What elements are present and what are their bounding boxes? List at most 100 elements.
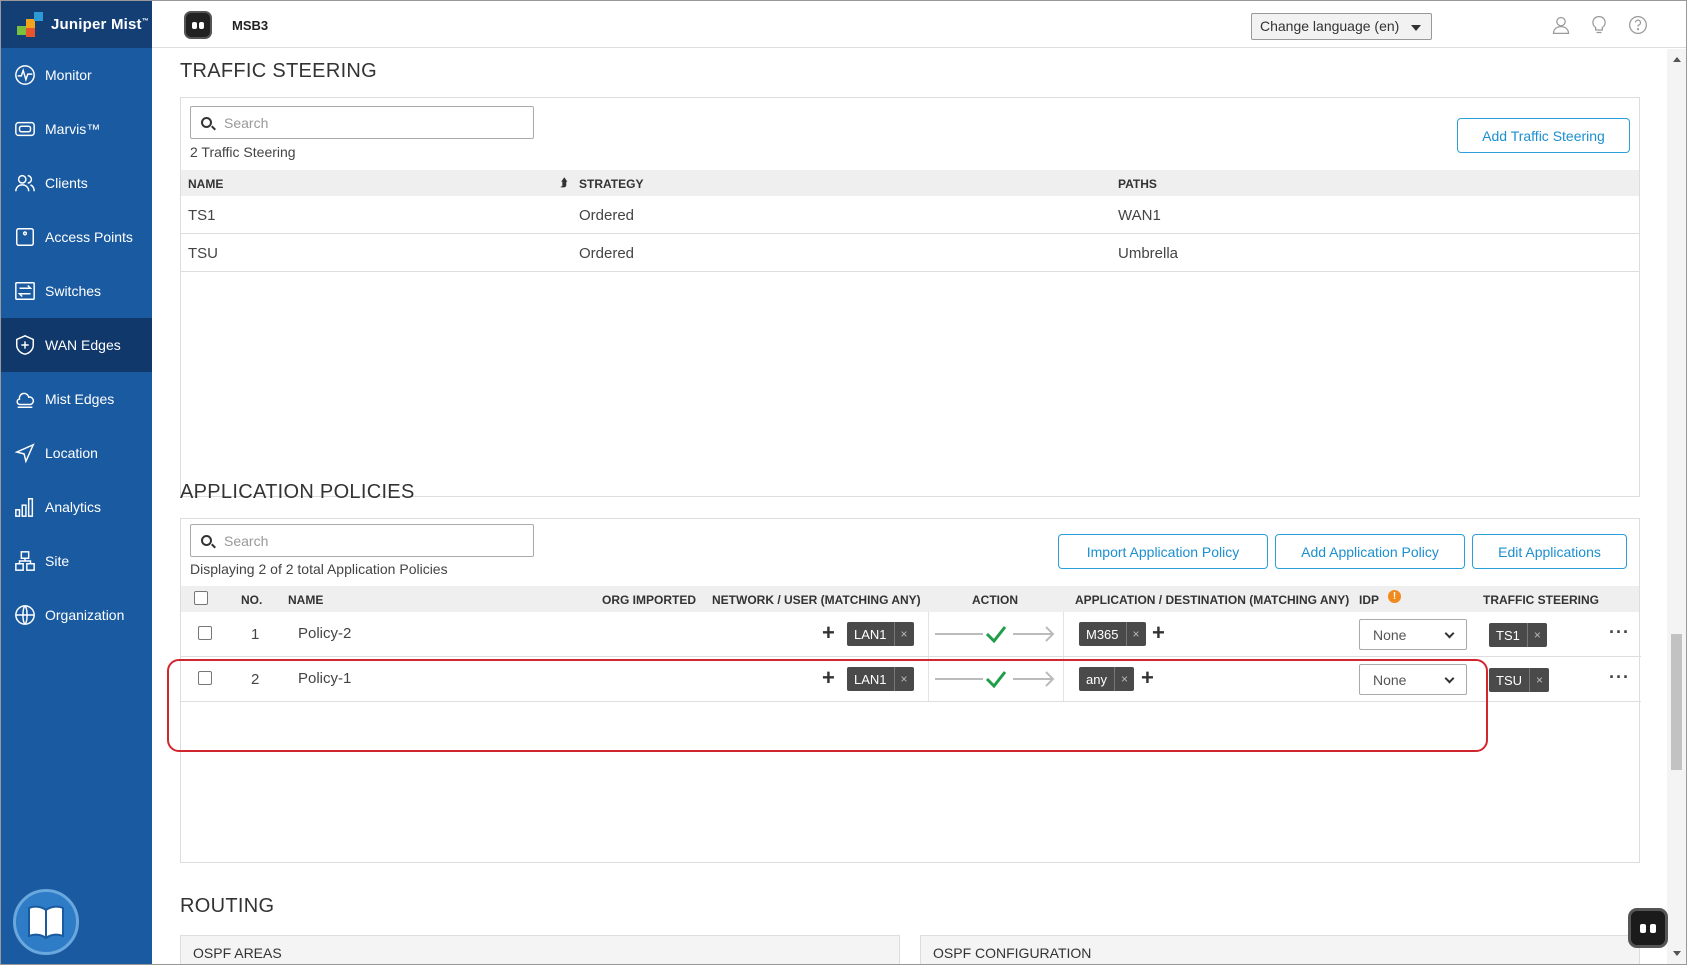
policy-name[interactable]: Policy-2 [298,625,351,642]
help-icon[interactable] [1628,15,1648,35]
sidebar-item-mist-edges[interactable]: Mist Edges [1,372,152,426]
sidebar-item-location[interactable]: Location [1,426,152,480]
scrollbar-thumb[interactable] [1671,634,1682,770]
sidebar-item-label: Location [45,445,98,461]
user-icon[interactable] [1551,15,1571,35]
wan-edges-icon [13,333,37,357]
allow-action-icon[interactable] [933,622,1058,646]
row-more-options-icon[interactable]: ··· [1609,667,1630,688]
brand-logo[interactable]: Juniper Mist™ [1,1,152,48]
sidebar-item-label: Monitor [45,67,92,83]
column-divider [1063,612,1064,656]
edit-applications-button[interactable]: Edit Applications [1472,534,1627,569]
column-header-no: NO. [241,593,263,607]
highlight-annotation [167,659,1488,752]
column-header-application: APPLICATION / DESTINATION (MATCHING ANY) [1075,593,1350,607]
sidebar-item-label: Mist Edges [45,391,115,407]
policy-number: 1 [251,626,260,643]
row-checkbox[interactable] [198,626,212,640]
application-policies-title: APPLICATION POLICIES [180,481,415,503]
sidebar-item-label: Clients [45,175,88,191]
site-name[interactable]: MSB3 [232,18,268,33]
sort-up-icon[interactable]: ⮭ [561,177,568,190]
lightbulb-icon[interactable] [1589,15,1609,35]
sidebar-item-organization[interactable]: Organization [1,588,152,642]
column-header-action: ACTION [972,593,1018,607]
network-tag: LAN1 × [847,622,914,646]
organization-icon [13,603,37,627]
sidebar-item-analytics[interactable]: Analytics [1,480,152,534]
remove-tag-icon[interactable]: × [1526,623,1547,647]
scroll-up-arrow-icon[interactable] [1673,57,1681,62]
marvis-chat-button[interactable] [1628,908,1668,948]
sidebar-item-label: Analytics [45,499,102,515]
add-application-plus-icon[interactable]: + [1152,622,1165,644]
site-icon [13,549,37,573]
column-header-name[interactable]: NAME [188,177,223,191]
vertical-scrollbar[interactable] [1667,49,1686,964]
sidebar-item-wan-edges[interactable]: WAN Edges [1,318,152,372]
info-icon[interactable]: ! [1388,590,1401,603]
sidebar: Juniper Mist™ Monitor Marvis™ Clients Ac… [1,1,152,964]
marvis-robot-icon[interactable] [184,11,212,39]
import-application-policy-button[interactable]: Import Application Policy [1058,534,1268,569]
language-dropdown[interactable]: Change language (en) [1251,13,1432,40]
sidebar-item-access-points[interactable]: Access Points [1,210,152,264]
remove-tag-icon[interactable]: × [1125,622,1146,646]
traffic-steering-count: 2 Traffic Steering [190,144,296,160]
ospf-areas-heading: OSPF AREAS [193,945,282,961]
search-icon [201,535,212,546]
traffic-steering-title: TRAFFIC STEERING [180,60,378,82]
column-header-traffic-steering: TRAFFIC STEERING [1483,593,1599,607]
sidebar-item-switches[interactable]: Switches [1,264,152,318]
select-all-checkbox[interactable] [194,591,208,605]
remove-tag-icon[interactable]: × [1529,668,1549,692]
sidebar-item-clients[interactable]: Clients [1,156,152,210]
mist-edges-icon [13,387,37,411]
routing-title: ROUTING [180,895,275,917]
column-header-name: NAME [288,593,324,607]
sidebar-item-label: WAN Edges [45,337,121,353]
sidebar-item-marvis[interactable]: Marvis™ [1,102,152,156]
remove-tag-icon[interactable]: × [893,622,914,646]
traffic-steering-tag: TS1 × [1489,623,1547,647]
sidebar-item-site[interactable]: Site [1,534,152,588]
application-tag: M365 × [1079,622,1146,646]
idp-select[interactable]: None [1359,619,1467,650]
caret-down-icon [1411,25,1421,31]
column-header-strategy[interactable]: STRATEGY [579,177,643,191]
sidebar-item-label: Marvis™ [45,121,101,137]
access-points-icon [13,225,37,249]
add-traffic-steering-button[interactable]: Add Traffic Steering [1457,118,1630,153]
juniper-logo-icon [17,11,43,38]
scroll-down-arrow-icon[interactable] [1673,951,1681,956]
column-header-idp: IDP [1359,593,1380,607]
location-icon [13,441,37,465]
sidebar-item-label: Switches [45,283,102,299]
add-application-policy-button[interactable]: Add Application Policy [1275,534,1465,569]
documentation-book-button[interactable] [13,889,79,955]
chevron-down-icon [1444,628,1455,639]
column-divider [928,612,929,656]
application-policies-search-input[interactable]: Search [190,524,534,557]
sidebar-item-label: Access Points [45,229,133,245]
search-icon [201,117,212,128]
column-header-network: NETWORK / USER (MATCHING ANY) [712,593,921,607]
row-more-options-icon[interactable]: ··· [1609,622,1630,643]
table-row[interactable]: 1 Policy-2 + LAN1 × M365 × + None TS1 × [181,612,1641,657]
column-header-paths[interactable]: PATHS [1118,177,1157,191]
add-network-plus-icon[interactable]: + [822,622,835,644]
main-content: TRAFFIC STEERING Search 2 Traffic Steeri… [152,49,1669,964]
sidebar-item-monitor[interactable]: Monitor [1,48,152,102]
traffic-steering-panel: Search 2 Traffic Steering Add Traffic St… [180,97,1640,497]
monitor-icon [13,63,37,87]
traffic-steering-header-row: NAME ⮭ STRATEGY PATHS [181,170,1639,196]
switches-icon [13,279,37,303]
table-row[interactable]: TS1 Ordered WAN1 [181,196,1639,234]
traffic-steering-search-input[interactable]: Search [190,106,534,139]
table-row[interactable]: TSU Ordered Umbrella [181,234,1639,272]
top-header: MSB3 Change language (en) [152,1,1686,48]
analytics-icon [13,495,37,519]
traffic-steering-tag: TSU × [1489,668,1549,692]
ospf-areas-panel: OSPF AREAS [180,935,900,964]
